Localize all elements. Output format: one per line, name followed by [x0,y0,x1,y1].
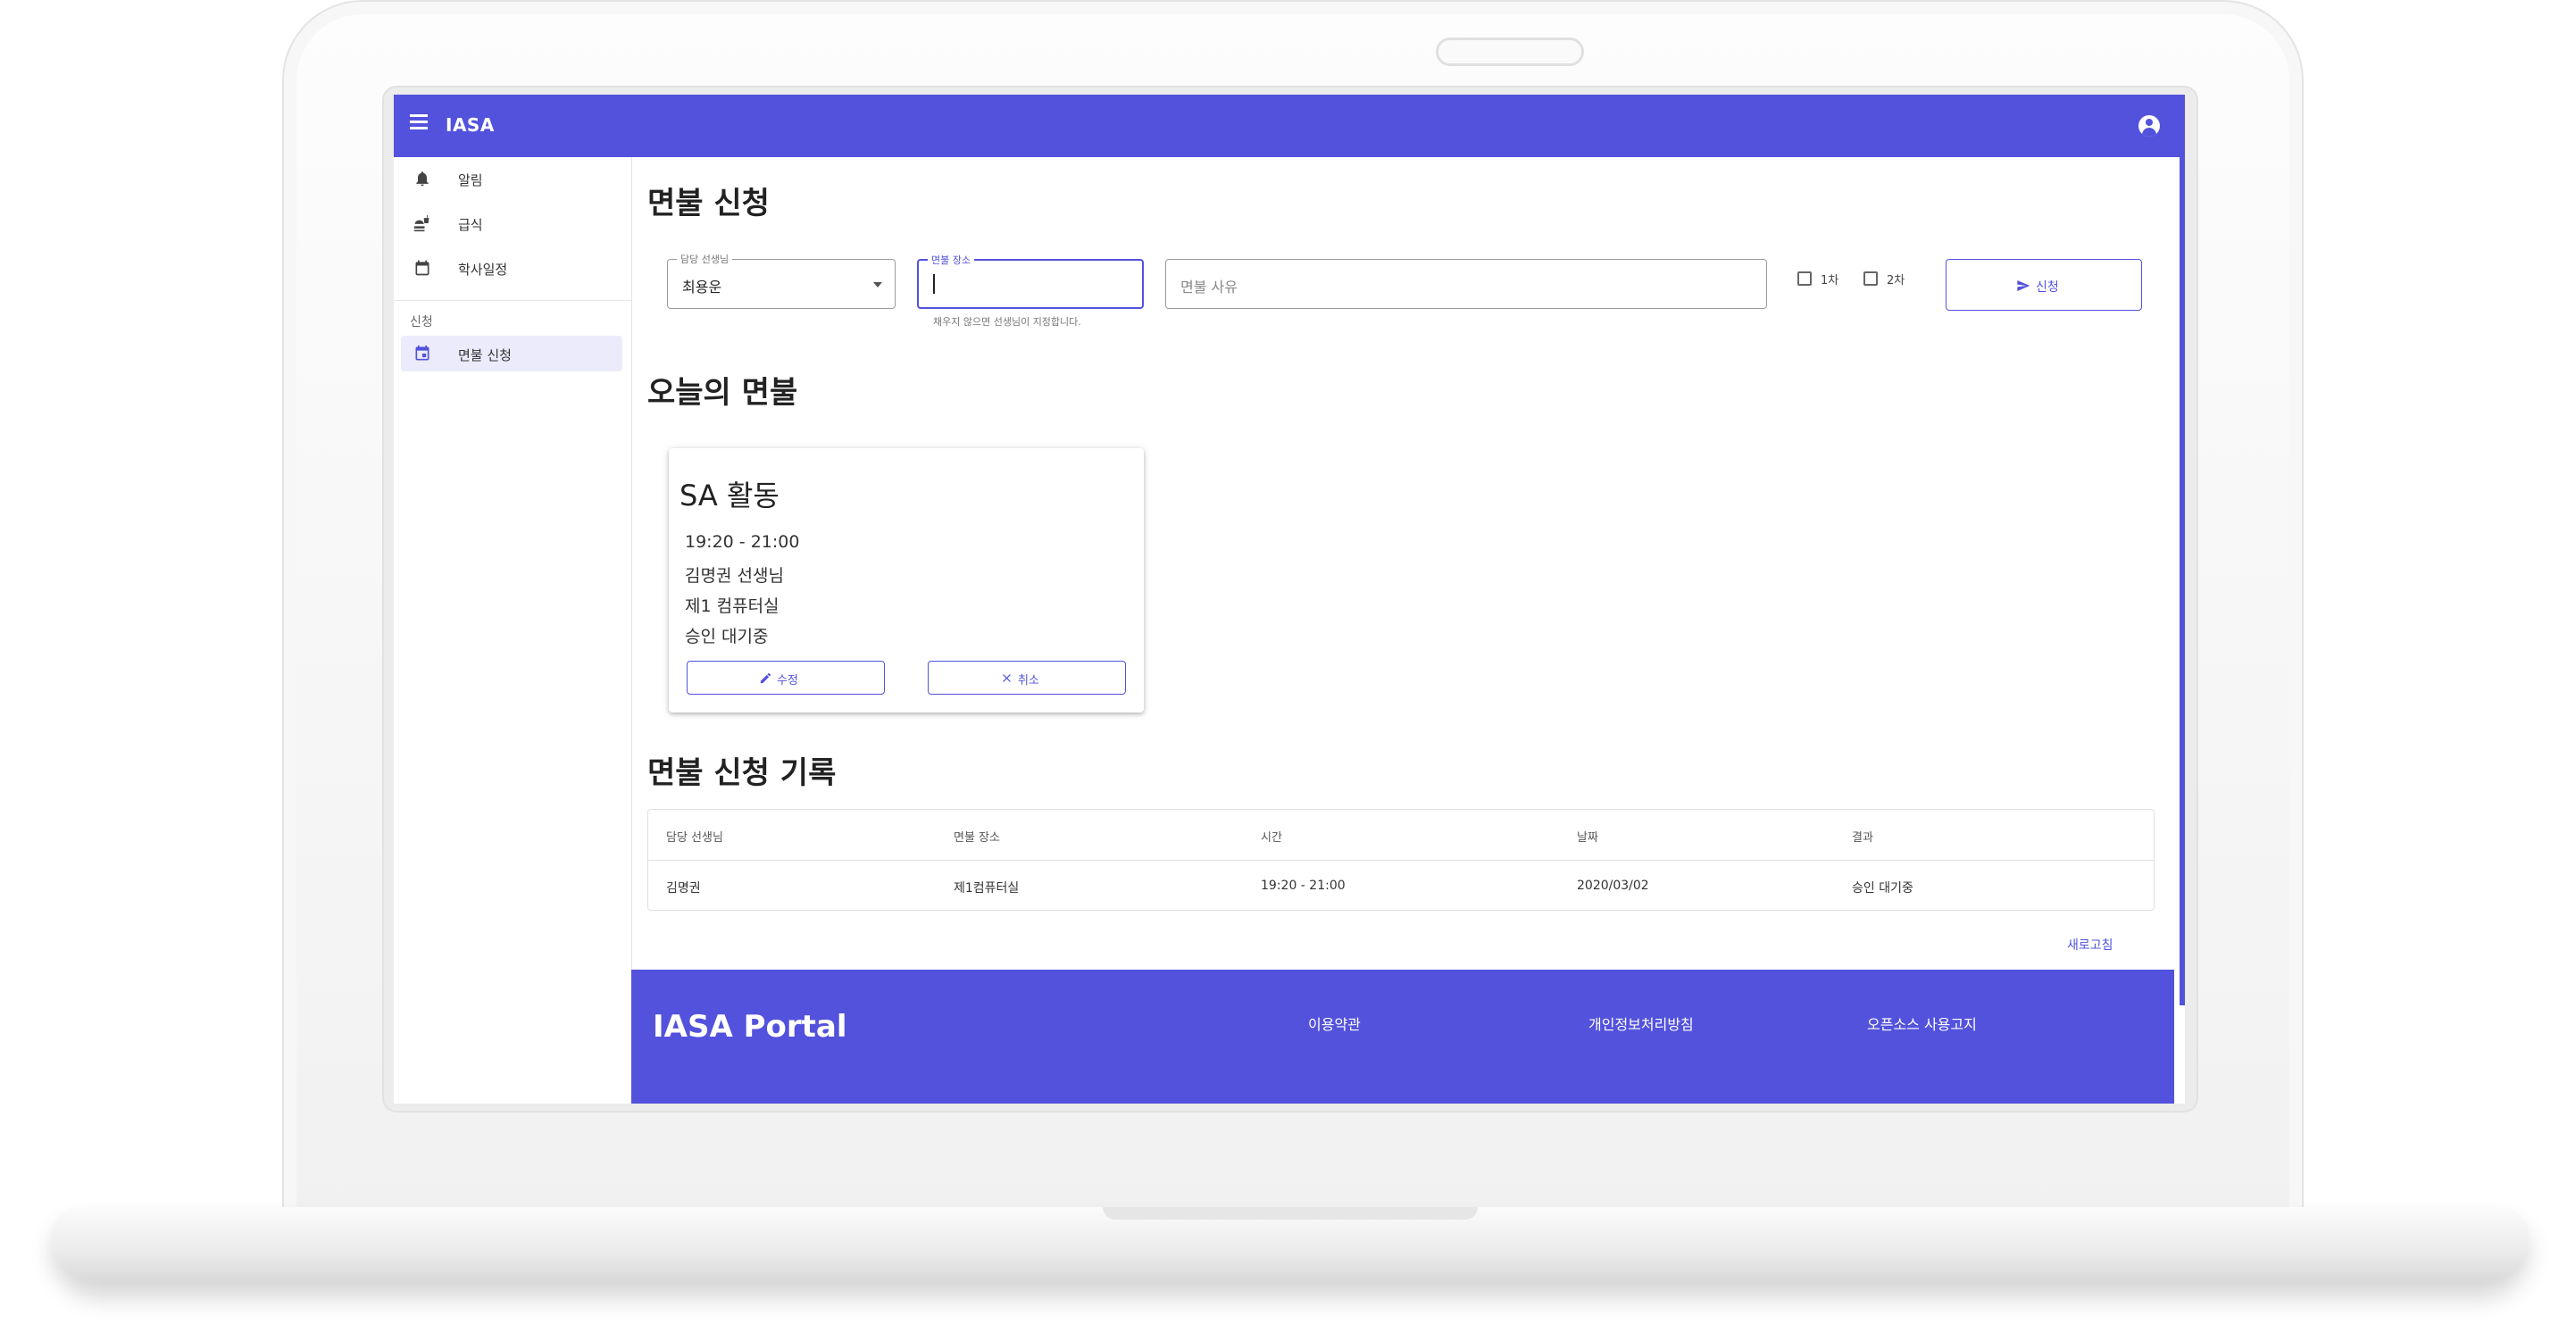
sidebar-item-label: 학사일정 [458,262,508,278]
card-title: SA 활동 [679,479,779,512]
today-heading: 오늘의 면불 [647,375,798,411]
reason-input-placeholder: 면불 사유 [1180,279,1238,296]
column-header[interactable]: 담당 선생님 [666,828,723,845]
place-input[interactable]: 면불 장소 [917,253,1144,309]
footer-link-opensource[interactable]: 오픈소스 사용고지 [1867,1012,1977,1034]
table-header-row: 담당 선생님 면불 장소 시간 날짜 결과 [648,810,2154,861]
footer-link-privacy[interactable]: 개인정보처리방침 [1588,1012,1694,1034]
table-cell: 승인 대기중 [1852,881,1913,896]
text-cursor [933,274,935,294]
main-content: 면불 신청 담당 선생님 최용운 면불 장소 채우지 않으면 선생님이 지정합니… [631,157,2180,1104]
table-cell: 제1컴퓨터실 [954,881,1020,896]
pencil-icon [760,672,771,684]
cancel-button-label: 취소 [1018,674,1039,688]
account-circle-icon[interactable] [2138,115,2160,137]
reason-input[interactable]: 면불 사유 [1165,259,1767,309]
teacher-select-value: 최용운 [682,279,722,296]
card-status: 승인 대기중 [685,627,769,646]
sidebar-divider [394,300,631,301]
app-title: IASA [446,114,495,136]
sidebar-item-schedule[interactable]: 학사일정 [401,250,622,286]
sidebar-section-title: 신청 [410,315,433,329]
sidebar-item-label: 알림 [458,172,483,188]
card-teacher: 김명권 선생님 [685,566,784,586]
laptop-base-notch [1103,1207,1478,1220]
table-cell: 김명권 [666,881,701,896]
laptop-base [52,1207,2529,1282]
card-place: 제1 컴퓨터실 [685,596,779,616]
sidebar-item-label: 면불 신청 [458,347,512,363]
calendar-icon [415,260,429,276]
edit-button[interactable]: 수정 [687,661,885,695]
menu-icon[interactable] [404,111,433,139]
sidebar: 알림 급식 학사일정 신청 면불 신청 [394,157,632,1104]
sidebar-item-label: 급식 [458,217,483,233]
today-leave-card: SA 활동 19:20 - 21:00 김명권 선생님 제1 컴퓨터실 승인 대… [669,448,1144,712]
sidebar-item-notifications[interactable]: 알림 [401,161,622,196]
close-icon [1003,674,1011,682]
sidebar-item-meals[interactable]: 급식 [401,205,622,241]
page-title: 면불 신청 [647,186,770,221]
place-input-label: 면불 장소 [928,253,974,267]
column-header[interactable]: 면불 장소 [954,828,1000,845]
history-heading: 면불 신청 기록 [647,755,837,791]
scrollbar[interactable] [2180,157,2185,1005]
first-period-checkbox[interactable] [1797,271,1812,286]
footer-brand: IASA Portal [653,1009,847,1045]
second-period-label: 2차 [1887,274,1905,288]
edit-button-label: 수정 [777,674,798,688]
table-row[interactable]: 김명권 제1컴퓨터실 19:20 - 21:00 2020/03/02 승인 대… [648,861,2154,911]
teacher-select-label: 담당 선생님 [677,252,733,266]
second-period-checkbox[interactable] [1863,271,1878,286]
app-screen: IASA 알림 급식 학사일정 신청 면불 신청 면불 신청 담당 선생님 최용… [394,95,2185,1104]
send-icon [2017,280,2030,291]
history-table: 담당 선생님 면불 장소 시간 날짜 결과 김명권 제1컴퓨터실 19:20 -… [647,809,2155,911]
footer: IASA Portal 이용약관 개인정보처리방침 오픈소스 사용고지 [631,970,2174,1104]
submit-button[interactable]: 신청 [1946,259,2142,311]
table-cell: 2020/03/02 [1577,879,1649,893]
place-input-hint: 채우지 않으면 선생님이 지정합니다. [933,316,1081,328]
laptop-camera [1436,38,1584,66]
cancel-button[interactable]: 취소 [928,661,1126,695]
chevron-down-icon [873,282,882,288]
footer-link-terms[interactable]: 이용약관 [1308,1012,1361,1034]
sidebar-item-leave-request[interactable]: 면불 신청 [401,336,622,371]
column-header[interactable]: 시간 [1261,828,1282,845]
teacher-select[interactable]: 담당 선생님 최용운 [667,252,896,309]
table-cell: 19:20 - 21:00 [1261,879,1346,893]
first-period-label: 1차 [1821,274,1839,288]
refresh-button[interactable]: 새로고침 [2067,936,2113,954]
column-header[interactable]: 날짜 [1577,828,1598,845]
app-bar: IASA [394,95,2185,157]
bell-icon [416,171,429,187]
submit-button-label: 신청 [2036,280,2059,295]
fastfood-icon [413,214,429,232]
card-time: 19:20 - 21:00 [685,532,800,552]
event-icon [415,345,429,361]
column-header[interactable]: 결과 [1852,828,1873,845]
